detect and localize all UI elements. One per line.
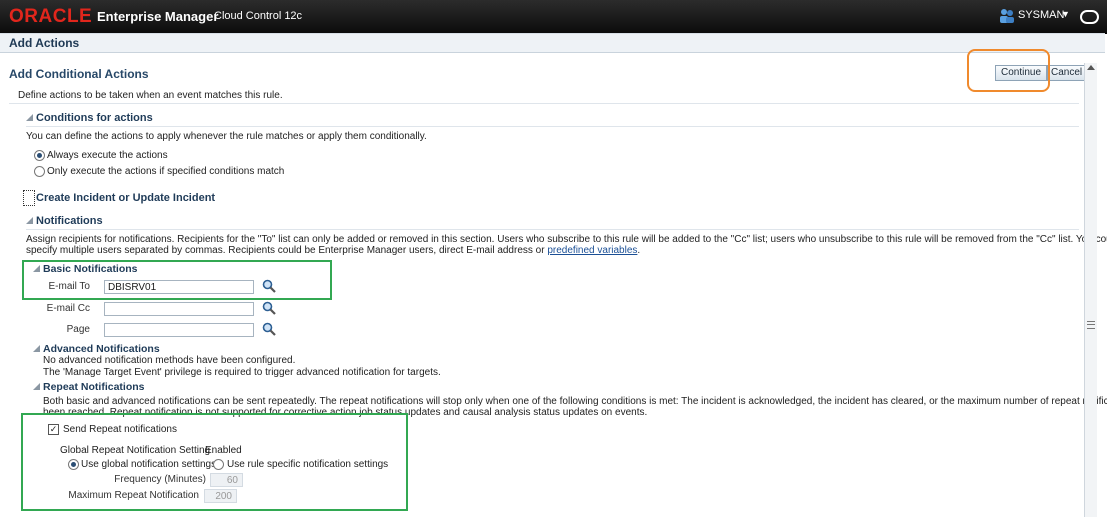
oracle-logo: ORACLE: [9, 6, 93, 27]
collapse-triangle-icon[interactable]: [26, 217, 33, 224]
top-bar: ORACLE Enterprise Manager Cloud Control …: [0, 0, 1107, 34]
highlight-box-continue: [967, 49, 1050, 92]
collapse-triangle-icon[interactable]: [33, 383, 40, 390]
email-cc-label: E-mail Cc: [46, 303, 90, 314]
product-name: Enterprise Manager: [97, 9, 219, 24]
repeat-line-1: Both basic and advanced notifications ca…: [43, 396, 1107, 407]
search-icon[interactable]: [262, 301, 276, 315]
page-label: Page: [66, 324, 90, 335]
product-edition: Cloud Control 12c: [214, 10, 303, 22]
search-icon[interactable]: [262, 322, 276, 336]
notifications-heading: Notifications: [36, 215, 103, 227]
notifications-desc-2: specify multiple users separated by comm…: [26, 245, 640, 256]
advanced-line-1: No advanced notification methods have be…: [43, 355, 296, 366]
section-title: Add Conditional Actions: [9, 67, 149, 81]
radio-always-execute[interactable]: [34, 150, 45, 161]
intro-text: Define actions to be taken when an event…: [18, 90, 283, 101]
vertical-scrollbar[interactable]: [1084, 63, 1097, 517]
user-menu[interactable]: SYSMAN: [1018, 9, 1064, 21]
page-title-bar: Add Actions: [0, 33, 1105, 53]
repeat-notifications-heading: Repeat Notifications: [43, 381, 145, 393]
radio-conditional-execute[interactable]: [34, 166, 45, 177]
conditions-desc: You can define the actions to apply when…: [26, 131, 427, 142]
advanced-notifications-heading: Advanced Notifications: [43, 343, 160, 355]
page-title: Add Actions: [9, 36, 80, 50]
highlight-box-basic: [22, 260, 332, 300]
scroll-up-icon[interactable]: [1087, 65, 1095, 70]
user-icon: [1000, 9, 1014, 23]
email-cc-field[interactable]: [104, 302, 254, 316]
radio-label-always: Always execute the actions: [47, 150, 168, 161]
highlight-box-repeat: [21, 413, 408, 511]
scroll-grip-icon[interactable]: [1087, 321, 1095, 329]
notifications-desc-2-end: .: [637, 245, 641, 256]
divider: [26, 126, 1079, 127]
collapse-triangle-icon[interactable]: [33, 345, 40, 352]
cancel-button[interactable]: Cancel: [1047, 65, 1087, 81]
predefined-variables-link[interactable]: predefined variables: [547, 245, 637, 256]
page-field[interactable]: [104, 323, 254, 337]
advanced-line-2: The 'Manage Target Event' privilege is r…: [43, 367, 441, 378]
notifications-desc-2-text: specify multiple users separated by comm…: [26, 245, 548, 256]
divider: [9, 103, 1079, 104]
collapse-triangle-icon[interactable]: [26, 114, 33, 121]
ring-icon[interactable]: [1080, 10, 1099, 24]
expand-toggle[interactable]: [23, 190, 35, 206]
radio-label-conditional: Only execute the actions if specified co…: [47, 166, 285, 177]
conditions-heading: Conditions for actions: [36, 112, 153, 124]
incident-heading[interactable]: Create Incident or Update Incident: [36, 192, 215, 204]
divider: [26, 229, 1079, 230]
chevron-down-icon[interactable]: ▼: [1061, 9, 1070, 19]
notifications-desc-1: Assign recipients for notifications. Rec…: [26, 234, 1107, 245]
